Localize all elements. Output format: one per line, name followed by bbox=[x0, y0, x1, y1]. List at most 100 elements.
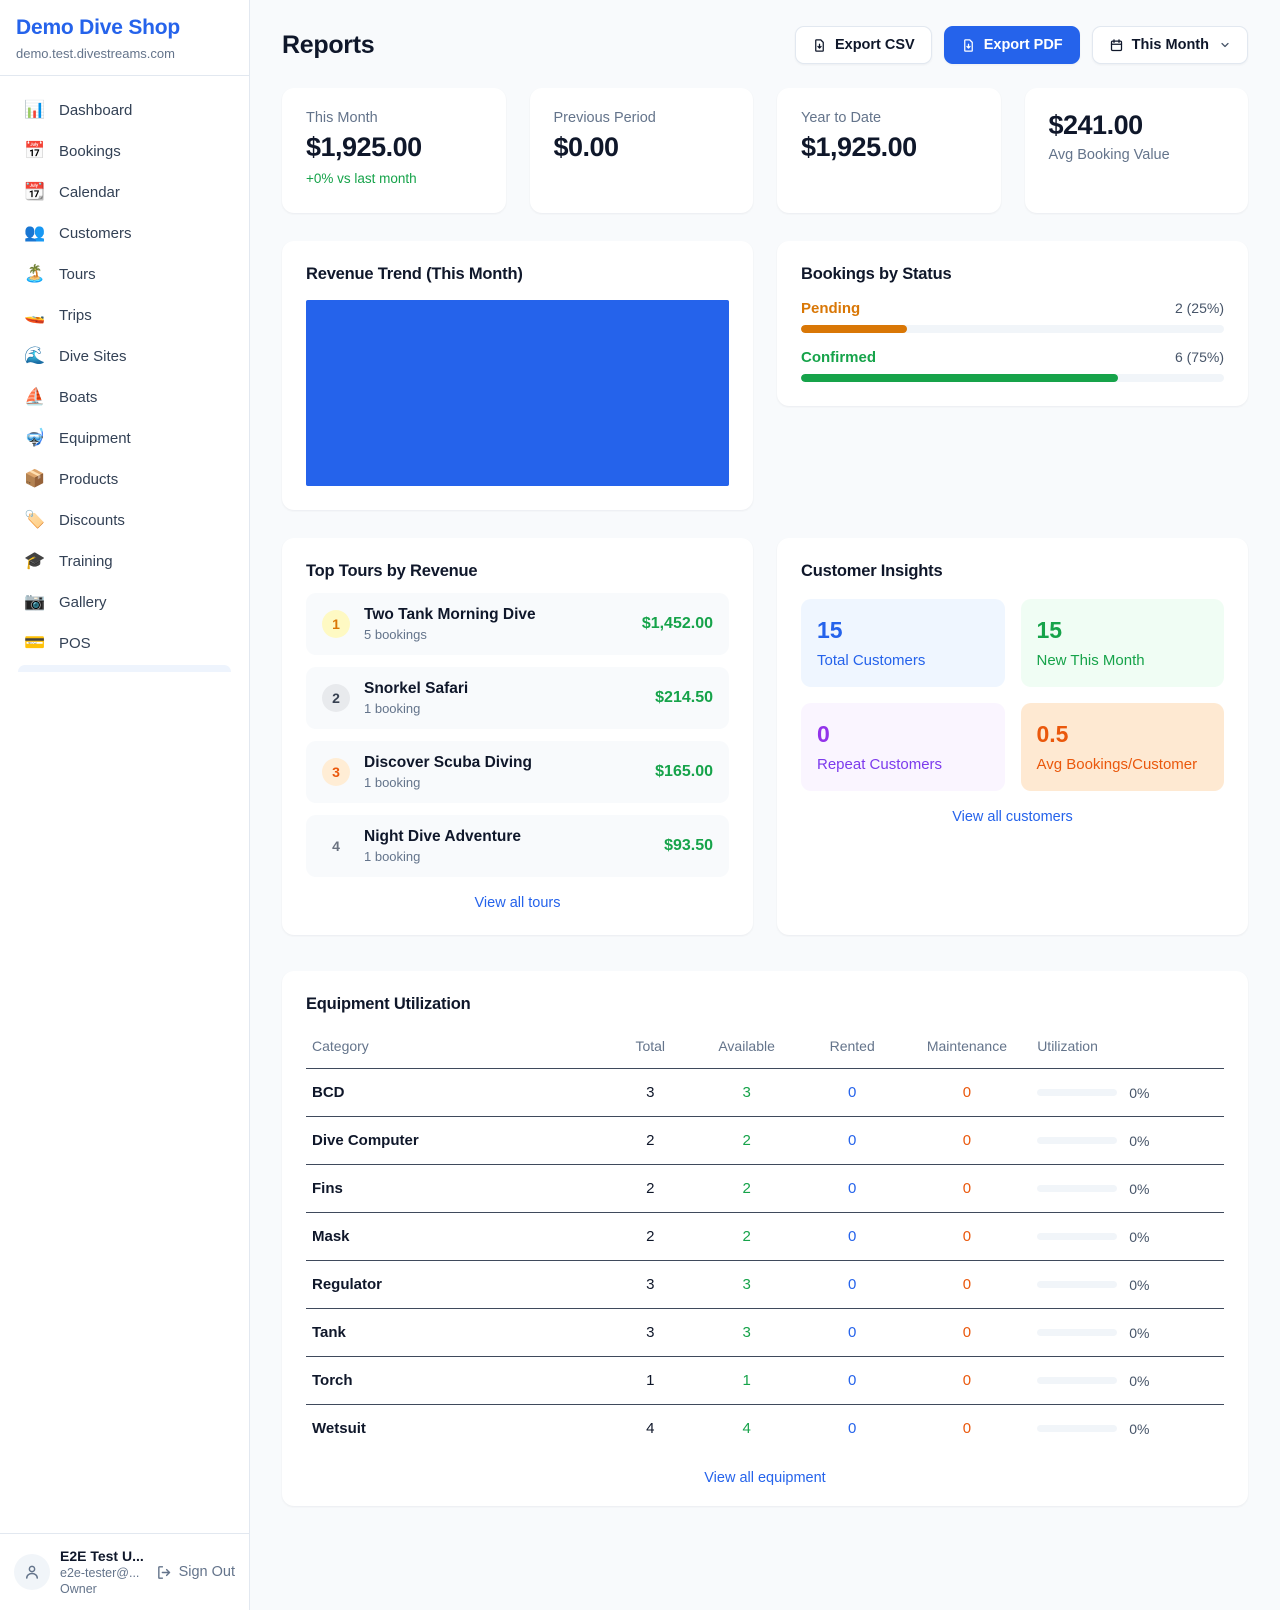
stat-card-this-month: This Month $1,925.00 +0% vs last month bbox=[282, 88, 506, 213]
user-email: e2e-tester@... bbox=[60, 1566, 146, 1580]
tour-row: 1 Two Tank Morning Dive 5 bookings $1,45… bbox=[306, 593, 729, 655]
sidebar-item-gallery[interactable]: 📷 Gallery bbox=[14, 582, 235, 622]
sidebar-item-label: Bookings bbox=[59, 143, 121, 160]
sidebar-item-boats[interactable]: ⛵ Boats bbox=[14, 377, 235, 417]
stat-card-year-to-date: Year to Date $1,925.00 bbox=[777, 88, 1001, 213]
header-actions: Export CSV Export PDF This Month bbox=[795, 26, 1248, 64]
insight-value: 0.5 bbox=[1037, 721, 1209, 748]
boats-icon: ⛵ bbox=[24, 387, 46, 407]
insight-total-customers: 15 Total Customers bbox=[801, 599, 1005, 687]
tour-row: 3 Discover Scuba Diving 1 booking $165.0… bbox=[306, 741, 729, 803]
sidebar-item-label: Dive Sites bbox=[59, 348, 127, 365]
tour-bookings: 5 bookings bbox=[364, 627, 628, 642]
rank-badge: 2 bbox=[322, 684, 350, 712]
calendar-icon: 📆 bbox=[24, 182, 46, 202]
column-header: Category bbox=[306, 1028, 609, 1069]
sidebar-item-pos[interactable]: 💳 POS bbox=[14, 623, 235, 663]
rank-badge: 3 bbox=[322, 758, 350, 786]
revenue-trend-chart bbox=[306, 300, 729, 486]
trips-icon: 🚤 bbox=[24, 305, 46, 325]
sidebar-item-label: Dashboard bbox=[59, 102, 132, 119]
export-csv-button[interactable]: Export CSV bbox=[795, 26, 932, 64]
stat-value: $1,925.00 bbox=[801, 132, 977, 163]
sidebar-item-products[interactable]: 📦 Products bbox=[14, 459, 235, 499]
sign-out-button[interactable]: Sign Out bbox=[156, 1564, 235, 1581]
equipment-icon: 🤿 bbox=[24, 428, 46, 448]
chevron-down-icon bbox=[1219, 39, 1231, 51]
user-name: E2E Test U... bbox=[60, 1548, 146, 1564]
tour-name: Night Dive Adventure bbox=[364, 828, 650, 846]
tour-name: Two Tank Morning Dive bbox=[364, 606, 628, 624]
logout-icon bbox=[156, 1564, 173, 1581]
tour-amount: $1,452.00 bbox=[642, 615, 713, 633]
sidebar-item-dive-sites[interactable]: 🌊 Dive Sites bbox=[14, 336, 235, 376]
calendar-icon bbox=[1109, 38, 1124, 53]
stat-cards: This Month $1,925.00 +0% vs last month P… bbox=[282, 88, 1248, 213]
customers-icon: 👥 bbox=[24, 223, 46, 243]
sidebar-item-label: Tours bbox=[59, 266, 96, 283]
stat-label: Avg Booking Value bbox=[1049, 147, 1225, 163]
view-all-equipment-link[interactable]: View all equipment bbox=[306, 1470, 1224, 1486]
tour-name: Discover Scuba Diving bbox=[364, 754, 641, 772]
bookings-by-status-card: Bookings by Status Pending 2 (25%) Confi… bbox=[777, 241, 1248, 406]
stat-label: Year to Date bbox=[801, 110, 977, 126]
sidebar-item-reports-partial[interactable] bbox=[18, 665, 231, 672]
customer-insights-card: Customer Insights 15 Total Customers 15 … bbox=[777, 538, 1248, 935]
user-role: Owner bbox=[60, 1582, 146, 1596]
revenue-trend-title: Revenue Trend (This Month) bbox=[306, 265, 729, 284]
tour-bookings: 1 booking bbox=[364, 849, 650, 864]
shop-header: Demo Dive Shop demo.test.divestreams.com bbox=[0, 0, 249, 76]
sidebar-item-equipment[interactable]: 🤿 Equipment bbox=[14, 418, 235, 458]
tour-row: 2 Snorkel Safari 1 booking $214.50 bbox=[306, 667, 729, 729]
status-bar-track bbox=[801, 374, 1224, 382]
sidebar-item-discounts[interactable]: 🏷️ Discounts bbox=[14, 500, 235, 540]
sidebar-item-tours[interactable]: 🏝️ Tours bbox=[14, 254, 235, 294]
table-row: Tank 3 3 0 0 0% bbox=[306, 1309, 1224, 1357]
status-bar-fill bbox=[801, 374, 1118, 382]
stat-label: Previous Period bbox=[554, 110, 730, 126]
stat-label: This Month bbox=[306, 110, 482, 126]
sidebar-item-dashboard[interactable]: 📊 Dashboard bbox=[14, 90, 235, 130]
file-download-icon bbox=[812, 38, 827, 53]
products-icon: 📦 bbox=[24, 469, 46, 489]
table-row: Mask 2 2 0 0 0% bbox=[306, 1213, 1224, 1261]
equipment-table: Category Total Available Rented Maintena… bbox=[306, 1028, 1224, 1452]
sidebar-item-training[interactable]: 🎓 Training bbox=[14, 541, 235, 581]
sidebar-item-label: Trips bbox=[59, 307, 92, 324]
table-row: Wetsuit 4 4 0 0 0% bbox=[306, 1405, 1224, 1453]
sign-out-label: Sign Out bbox=[179, 1564, 235, 1580]
insight-label: Repeat Customers bbox=[817, 756, 989, 773]
discounts-icon: 🏷️ bbox=[24, 510, 46, 530]
rank-badge: 4 bbox=[322, 832, 350, 860]
stat-card-avg-booking-value: $241.00 Avg Booking Value bbox=[1025, 88, 1249, 213]
stat-card-previous-period: Previous Period $0.00 bbox=[530, 88, 754, 213]
sidebar-item-bookings[interactable]: 📅 Bookings bbox=[14, 131, 235, 171]
top-tours-card: Top Tours by Revenue 1 Two Tank Morning … bbox=[282, 538, 753, 935]
utilization-bar bbox=[1037, 1233, 1117, 1240]
tour-amount: $214.50 bbox=[655, 689, 713, 707]
insight-label: Total Customers bbox=[817, 652, 989, 669]
tours-icon: 🏝️ bbox=[24, 264, 46, 284]
export-pdf-button[interactable]: Export PDF bbox=[944, 26, 1080, 64]
period-dropdown[interactable]: This Month bbox=[1092, 26, 1248, 64]
sidebar-item-label: POS bbox=[59, 635, 91, 652]
person-icon bbox=[23, 1563, 41, 1581]
top-tours-title: Top Tours by Revenue bbox=[306, 562, 729, 581]
file-download-icon bbox=[961, 38, 976, 53]
table-row: Regulator 3 3 0 0 0% bbox=[306, 1261, 1224, 1309]
user-info: E2E Test U... e2e-tester@... Owner bbox=[60, 1548, 146, 1596]
equipment-utilization-title: Equipment Utilization bbox=[306, 995, 1224, 1014]
view-all-tours-link[interactable]: View all tours bbox=[306, 895, 729, 911]
sidebar-item-calendar[interactable]: 📆 Calendar bbox=[14, 172, 235, 212]
insight-label: Avg Bookings/Customer bbox=[1037, 756, 1209, 773]
sidebar-item-trips[interactable]: 🚤 Trips bbox=[14, 295, 235, 335]
bookings-by-status-title: Bookings by Status bbox=[801, 265, 1224, 284]
column-header: Maintenance bbox=[903, 1028, 1032, 1069]
user-panel: E2E Test U... e2e-tester@... Owner Sign … bbox=[0, 1533, 249, 1610]
view-all-customers-link[interactable]: View all customers bbox=[801, 809, 1224, 825]
sidebar-item-customers[interactable]: 👥 Customers bbox=[14, 213, 235, 253]
sidebar-item-label: Calendar bbox=[59, 184, 120, 201]
utilization-bar bbox=[1037, 1281, 1117, 1288]
bottom-row: Top Tours by Revenue 1 Two Tank Morning … bbox=[282, 538, 1248, 935]
dive-sites-icon: 🌊 bbox=[24, 346, 46, 366]
